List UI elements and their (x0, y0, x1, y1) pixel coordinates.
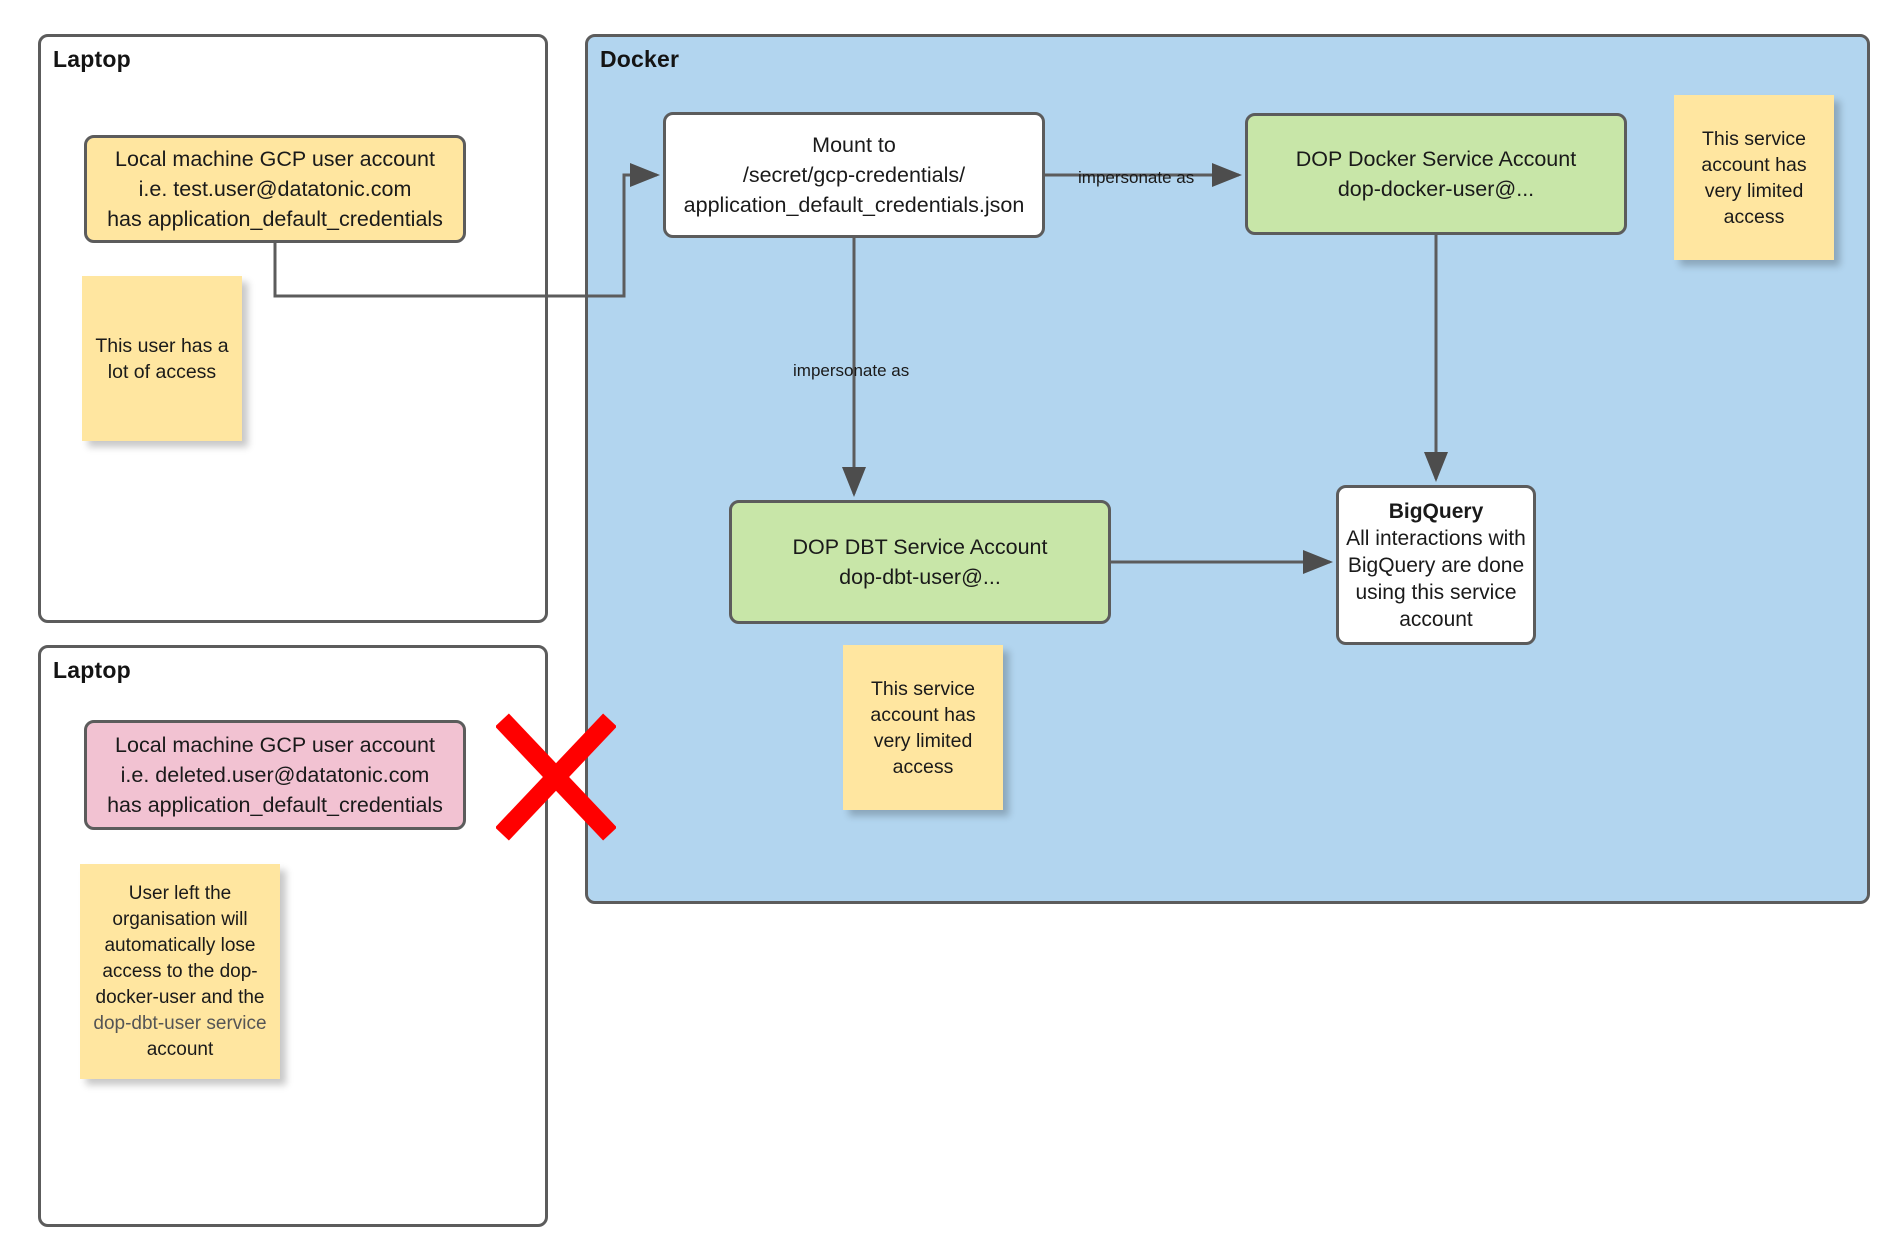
sticky-text-part1: User left the organisation will automati… (95, 882, 265, 1008)
node-line: dop-dbt-user@... (839, 565, 1001, 589)
node-line: application_default_credentials.json (683, 193, 1025, 217)
sticky-note-user-access: This user has a lot of access (82, 276, 242, 441)
node-line: account (1399, 607, 1473, 631)
node-line: i.e. deleted.user@datatonic.com (120, 763, 430, 787)
laptop-panel-top-label: Laptop (53, 46, 131, 72)
node-local-user-account-active[interactable]: Local machine GCP user account i.e. test… (84, 135, 466, 243)
node-line: has application_default_credentials (107, 793, 443, 817)
node-line: DOP Docker Service Account (1295, 147, 1577, 171)
node-line: using this service (1355, 580, 1517, 604)
node-line: BigQuery are done (1347, 553, 1525, 577)
diagram-canvas: Laptop Laptop Docker impersonate as impe… (0, 0, 1900, 1260)
node-line: dop-docker-user@... (1337, 177, 1535, 201)
laptop-panel-bottom-label: Laptop (53, 657, 131, 683)
revoked-access-cross-icon (496, 713, 616, 841)
node-line: has application_default_credentials (107, 207, 443, 231)
sticky-note-dbt-sa-access: This service account has very limited ac… (843, 645, 1003, 810)
node-line: /secret/gcp-credentials/ (742, 163, 966, 187)
node-mount-credentials[interactable]: Mount to /secret/gcp-credentials/ applic… (663, 112, 1045, 238)
node-line: All interactions with (1346, 526, 1526, 550)
sticky-text-part3: service (201, 1012, 267, 1034)
node-line: Mount to (812, 133, 896, 157)
sticky-text-part2: dop-dbt-user (93, 1012, 202, 1034)
node-line: Local machine GCP user account (115, 733, 435, 757)
docker-panel-label: Docker (600, 46, 680, 72)
sticky-note-docker-sa-access: This service account has very limited ac… (1674, 95, 1834, 260)
node-line: i.e. test.user@datatonic.com (138, 177, 412, 201)
node-title: BigQuery (1388, 499, 1484, 523)
node-line: DOP DBT Service Account (792, 535, 1048, 559)
node-dop-dbt-service-account[interactable]: DOP DBT Service Account dop-dbt-user@... (729, 500, 1111, 624)
sticky-note-user-left-organisation: User left the organisation will automati… (80, 864, 280, 1079)
node-bigquery[interactable]: BigQuery All interactions with BigQuery … (1336, 485, 1536, 645)
edge-label-impersonate-dbt: impersonate as (793, 361, 910, 380)
sticky-text-part4: account (146, 1038, 214, 1060)
node-dop-docker-service-account[interactable]: DOP Docker Service Account dop-docker-us… (1245, 113, 1627, 235)
node-line: Local machine GCP user account (115, 147, 435, 171)
edge-label-impersonate-docker: impersonate as (1078, 168, 1195, 187)
node-local-user-account-deleted[interactable]: Local machine GCP user account i.e. dele… (84, 720, 466, 830)
